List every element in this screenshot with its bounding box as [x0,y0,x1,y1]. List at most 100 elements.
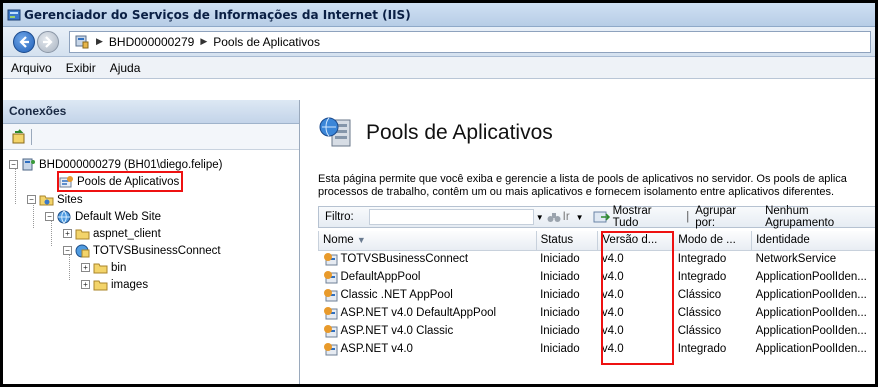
app-pools-table: Nome ▼ Status Versão d... Modo de ... Id… [318,231,876,358]
pool-mode-cell: Integrado [674,250,752,268]
tree-label-sites: Sites [57,193,83,206]
table-body: TOTVSBusinessConnect Iniciado v4.0 Integrad… [319,250,876,358]
menu-arquivo[interactable]: Arquivo [11,61,52,75]
pool-mode-cell: Clássico [674,322,752,340]
table-row[interactable]: TOTVSBusinessConnect Iniciado v4.0 Integrad… [319,250,876,268]
table-row[interactable]: ASP.NET v4.0 Iniciado v4.0 Integrado Applica… [319,340,876,358]
back-button[interactable] [13,30,35,53]
table-row[interactable]: ASP.NET v4.0 Classic Iniciado v4.0 Clássico… [319,322,876,340]
pool-identity-cell-text: ApplicationPoolIden... [755,307,867,319]
tree-label-bin: bin [111,261,127,274]
menu-ajuda[interactable]: Ajuda [110,61,141,75]
arrow-right-icon [43,35,53,48]
connect-icon[interactable] [11,128,27,145]
tree-label-default-site: Default Web Site [75,210,162,223]
col-header-version[interactable]: Versão d... [597,231,675,251]
app-pools-large-icon [319,117,351,147]
app-pool-icon [323,253,337,266]
tree-node-bin[interactable]: + bin [81,259,126,276]
show-all-button[interactable]: Mostrar Tudo [593,205,681,229]
pool-version-cell: v4.0 [598,340,674,358]
pool-name-cell: TOTVSBusinessConnect [319,250,537,268]
pool-status-cell: Iniciado [536,250,598,268]
pool-name-cell-text: ASP.NET v4.0 [340,343,413,356]
show-all-icon [593,211,610,223]
breadcrumb-server[interactable]: BHD000000279 [109,35,194,49]
app-pool-icon [323,289,337,302]
tree-node-sites[interactable]: − Sites [27,191,83,208]
collapse-toggle[interactable]: − [45,212,54,221]
pool-mode-cell-text: Integrado [677,343,727,355]
collapse-toggle[interactable]: − [9,160,18,169]
tree-label-images: images [111,278,149,291]
group-by-label: Agrupar por: [695,205,737,229]
pool-status-cell: Iniciado [536,268,598,286]
pool-version-cell-text: v4.0 [601,289,624,301]
tree-node-app-pools[interactable]: Pools de Aplicativos [56,171,184,192]
pool-identity-cell-text: ApplicationPoolIden... [755,271,867,283]
connections-toolbar [3,124,299,150]
collapse-toggle[interactable]: − [63,246,72,255]
menu-exibir[interactable]: Exibir [66,61,96,75]
connections-header: Conexões [3,100,299,124]
table-row[interactable]: DefaultAppPool Iniciado v4.0 Integrado Appli… [319,268,876,286]
toolbar-divider [31,128,32,145]
col-header-mode[interactable]: Modo de ... [673,231,753,251]
collapse-toggle[interactable]: − [27,195,36,204]
pool-identity-cell: NetworkService [752,250,875,268]
pool-mode-cell: Integrado [674,340,752,358]
app-pool-icon [323,271,337,284]
pool-mode-cell: Clássico [674,286,752,304]
pool-version-cell-text: v4.0 [601,253,624,266]
group-by-select[interactable]: Nenhum Agrupamento [765,205,875,229]
filter-bar: Filtro: ▼ Ir ▼ Mostrar Tudo | Agrupar po… [318,205,875,229]
forward-button[interactable] [37,30,59,53]
pool-status-cell-text: Iniciado [540,325,580,337]
expand-toggle[interactable]: + [63,229,72,238]
pool-status-cell-text: Iniciado [540,307,580,319]
server-icon [75,35,89,48]
go-label: Ir [562,211,570,223]
col-header-name[interactable]: Nome ▼ [318,231,537,251]
tree-node-images[interactable]: + images [81,276,148,293]
tree-node-server[interactable]: − BHD000000279 (BH01\diego.felipe) [9,156,222,173]
chevron-down-icon[interactable]: ▼ [576,213,584,222]
tree-label-totvs: TOTVSBusinessConnect [93,244,221,257]
table-row[interactable]: ASP.NET v4.0 DefaultAppPool Iniciado v4.0 C… [319,304,876,322]
chevron-down-icon[interactable]: ▼ [536,213,544,222]
tree-node-totvs[interactable]: − TOTVSBusinessConnect [63,242,221,259]
content-pane: Pools de Aplicativos Esta página permite… [302,100,876,384]
pool-version-cell: v4.0 [598,286,674,304]
pool-identity-cell: ApplicationPoolIden... [752,340,875,358]
pool-status-cell: Iniciado [536,322,598,340]
arrow-left-icon [19,35,29,48]
pool-version-cell: v4.0 [598,268,674,286]
pool-name-cell: ASP.NET v4.0 DefaultAppPool [319,304,537,322]
server-icon [22,158,35,170]
chevron-right-icon: ▶ [200,36,208,46]
pool-version-cell-text: v4.0 [601,325,624,337]
tree-node-aspnet-client[interactable]: + aspnet_client [63,225,161,242]
app-pool-icon [323,325,337,338]
expand-toggle[interactable]: + [81,280,90,289]
page-description: Esta página permite que você exiba e ger… [318,173,875,199]
expand-toggle[interactable]: + [81,263,90,272]
tree-node-default-site[interactable]: − Default Web Site [45,208,161,225]
pool-version-cell-text: v4.0 [601,343,624,355]
address-breadcrumb[interactable]: ▶ BHD000000279 ▶ Pools de Aplicativos [69,30,871,53]
col-header-identity[interactable]: Identidade [751,231,875,251]
breadcrumb-app-pools[interactable]: Pools de Aplicativos [213,35,320,49]
pool-version-cell: v4.0 [598,322,674,340]
filter-input[interactable] [368,209,534,225]
col-header-status[interactable]: Status [535,231,599,251]
table-row[interactable]: Classic .NET AppPool Iniciado v4.0 Clássico… [319,286,876,304]
pool-status-cell-text: Iniciado [540,343,580,355]
binoculars-icon [547,213,561,222]
app-pool-icon [59,175,73,187]
pool-status-cell: Iniciado [536,304,598,322]
folder-icon [93,280,108,290]
pool-name-cell: ASP.NET v4.0 [319,340,537,358]
show-all-label: Mostrar Tudo [612,205,652,229]
pool-status-cell-text: Iniciado [540,271,580,283]
go-button[interactable]: Ir [547,211,570,223]
